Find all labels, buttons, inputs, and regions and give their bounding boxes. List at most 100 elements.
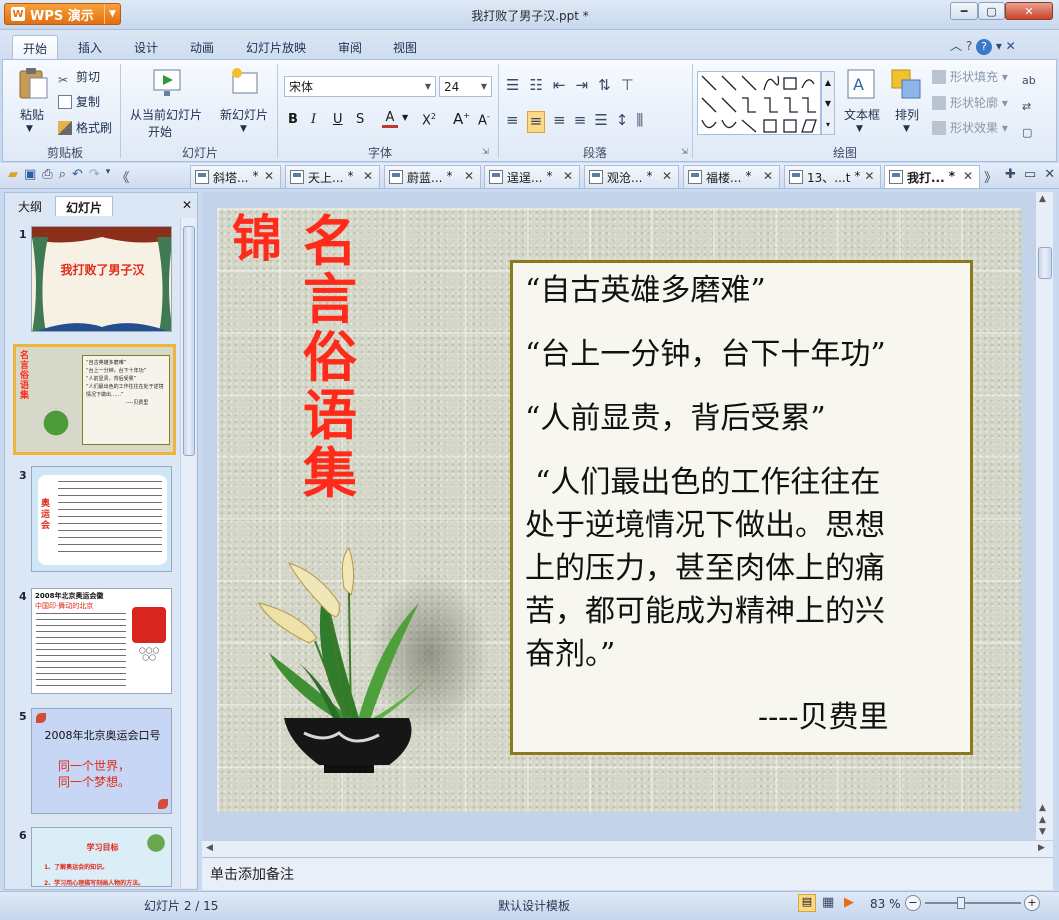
save-icon[interactable]: ▣ (24, 167, 36, 186)
slideshow-icon[interactable]: ▶ (844, 895, 854, 910)
design-template-name[interactable]: 默认设计模板 (498, 897, 570, 914)
tab-design[interactable]: 设计 (124, 35, 168, 59)
chevron-down-icon[interactable]: ▼ (856, 124, 863, 134)
tab-home[interactable]: 开始 (12, 35, 59, 59)
tab-list-icon[interactable]: ▭ (1024, 167, 1036, 186)
shape-fill-button[interactable]: 形状填充 ▾ (932, 68, 1008, 85)
shapes-gallery[interactable] (697, 71, 821, 135)
plant-image[interactable] (229, 543, 494, 778)
underline-button[interactable]: U (333, 112, 343, 127)
open-icon[interactable]: ▰ (8, 167, 18, 186)
increase-indent-icon[interactable]: ⇥ (575, 76, 588, 96)
chevron-down-icon[interactable]: ▼ (903, 124, 910, 134)
zoom-out-button[interactable]: − (905, 895, 921, 911)
help-icons[interactable]: ︿ ? ? ▾ ✕ (950, 37, 1016, 55)
distribute-icon[interactable]: ☰ (594, 111, 607, 133)
scroll-right-icon[interactable]: ▶ (1038, 843, 1045, 853)
panel-scrollbar[interactable] (180, 218, 196, 888)
tab-slideshow[interactable]: 幻灯片放映 (236, 35, 316, 59)
slide-thumbnail-2-selected[interactable]: 名言俗语集 “自古英雄多磨难” “台上一分钟，台下十年功” “人前显贵，背后受累” “… (13, 344, 176, 455)
font-name-select[interactable]: 宋体 ▼ (284, 76, 436, 97)
scrollbar-thumb[interactable] (183, 226, 195, 456)
slide-vscrollbar[interactable]: ▲ ▲ ▲ ▼ (1035, 192, 1053, 840)
paste-icon[interactable] (17, 66, 49, 100)
close-button[interactable]: ✕ (1005, 2, 1053, 20)
maximize-button[interactable]: ▢ (978, 2, 1005, 20)
slide-sorter-icon[interactable]: ▦ (822, 895, 834, 910)
notes-pane[interactable]: 单击添加备注 (202, 857, 1053, 890)
format-painter-button[interactable]: 格式刷 (58, 119, 112, 136)
italic-button[interactable]: I (311, 112, 316, 127)
shape-outline-button[interactable]: 形状轮廓 ▾ (932, 94, 1008, 111)
close-icon[interactable]: ✕ (662, 169, 672, 188)
arrange-button[interactable]: 排列 (895, 106, 919, 123)
close-icon[interactable]: ✕ (763, 169, 773, 188)
justify-icon[interactable]: ≡ (574, 111, 587, 133)
close-icon[interactable]: ✕ (464, 169, 474, 188)
close-icon[interactable]: ✕ (182, 198, 192, 212)
chevron-down-icon[interactable]: ▼ (26, 124, 33, 134)
doc-tab[interactable]: 福楼... * ✕ (683, 165, 780, 188)
paste-button[interactable]: 粘贴 (20, 106, 44, 123)
doc-tab[interactable]: 斜塔... * ✕ (190, 165, 281, 188)
textbox-icon[interactable]: A (846, 68, 876, 100)
zoom-slider[interactable] (925, 902, 1021, 904)
shape-effect-button[interactable]: 形状效果 ▾ (932, 119, 1008, 136)
copy-button[interactable]: 复制 (58, 93, 100, 110)
minimize-button[interactable]: ━ (950, 2, 978, 20)
scroll-left-icon[interactable]: ◀ (206, 843, 213, 853)
close-icon[interactable]: ✕ (963, 169, 973, 188)
textbox-button[interactable]: 文本框 (844, 106, 880, 123)
quote-textbox[interactable]: “自古英雄多磨难” “台上一分钟，台下十年功” “人前显贵，背后受累” “人们最… (510, 260, 973, 755)
bullets-icon[interactable]: ☰ (506, 76, 519, 96)
doc-tab-active[interactable]: 我打... * ✕ (884, 165, 980, 188)
shapes-gallery-scroll[interactable]: ▲ ▼ ▾ (821, 71, 835, 135)
align-center-icon[interactable]: ≡ (526, 111, 546, 133)
shadow-button[interactable]: S (356, 112, 364, 127)
scrollbar-thumb[interactable] (1038, 247, 1052, 279)
slide-canvas[interactable]: 锦 名言俗语集 “自古英雄多磨难” “台上一分钟，台下十年功” “人前显贵，背后… (217, 208, 1021, 812)
align-text-icon[interactable]: ⊤ (621, 76, 634, 96)
numbering-icon[interactable]: ☷ (529, 76, 542, 96)
doc-tab[interactable]: 蔚蓝... * ✕ (384, 165, 481, 188)
slide-title-char[interactable]: 锦 (232, 214, 282, 264)
text-direction-icon[interactable]: ⇅ (598, 76, 611, 96)
arrange-icon[interactable] (890, 68, 922, 100)
decrease-indent-icon[interactable]: ⇤ (553, 76, 566, 96)
scroll-up-icon[interactable]: ▲ (1039, 194, 1046, 204)
align-right-icon[interactable]: ≡ (553, 111, 566, 133)
new-slide-icon[interactable] (229, 67, 261, 99)
doc-tab[interactable]: 天上... * ✕ (285, 165, 380, 188)
cut-button[interactable]: ✂ 剪切 (58, 68, 100, 87)
tab-scroll-left-icon[interactable]: 《 (116, 167, 129, 186)
zoom-slider-handle[interactable] (957, 897, 965, 909)
slide-thumbnail-4[interactable]: 2008年北京奥运会徽 中国印·舞动的北京 ◯◯◯ ◯◯ (31, 588, 172, 694)
new-tab-icon[interactable]: ✚ (1005, 167, 1016, 186)
close-icon[interactable]: ✕ (864, 169, 874, 188)
tab-scroll-right-icon[interactable]: 》 (984, 167, 997, 186)
tab-review[interactable]: 审阅 (328, 35, 372, 59)
chevron-down-icon[interactable]: ▼ (240, 124, 247, 134)
from-current-slide-button[interactable]: 从当前幻灯片 (130, 106, 202, 123)
close-icon[interactable]: ✕ (1044, 167, 1055, 186)
font-color-button[interactable]: A (382, 110, 398, 128)
close-icon[interactable]: ✕ (563, 169, 573, 188)
undo-icon[interactable]: ↶ (72, 167, 83, 186)
doc-tab[interactable]: 13、...t * ✕ (784, 165, 881, 188)
wps-app-menu-button[interactable]: W WPS 演示 ▼ (4, 3, 121, 25)
tab-outline[interactable]: 大纲 (8, 196, 52, 216)
tab-slides-thumbnails[interactable]: 幻灯片 (55, 196, 114, 216)
normal-view-icon[interactable]: ▤ (798, 894, 816, 912)
slide-hscrollbar[interactable]: ◀ ▶ (202, 840, 1053, 857)
from-current-slide-button-line2[interactable]: 开始 (148, 123, 172, 140)
new-slide-button[interactable]: 新幻灯片 (220, 106, 268, 123)
close-icon[interactable]: ✕ (264, 169, 274, 188)
superscript-button[interactable]: X2 (422, 112, 436, 128)
dialog-launcher-icon[interactable]: ⇲ (482, 147, 489, 156)
slide-thumbnail-3[interactable]: 奥运会 (31, 466, 172, 572)
tab-view[interactable]: 视图 (383, 35, 427, 59)
slide-thumbnail-6[interactable]: 学习目标 1、了解奥运会的知识。 2、学习用心理描写刻画人物的方法。 (31, 827, 172, 887)
bold-button[interactable]: B (288, 112, 298, 127)
print-icon[interactable]: ⎙ (42, 167, 52, 186)
slide-thumbnail-1[interactable]: 我打败了男子汉 (31, 226, 172, 332)
